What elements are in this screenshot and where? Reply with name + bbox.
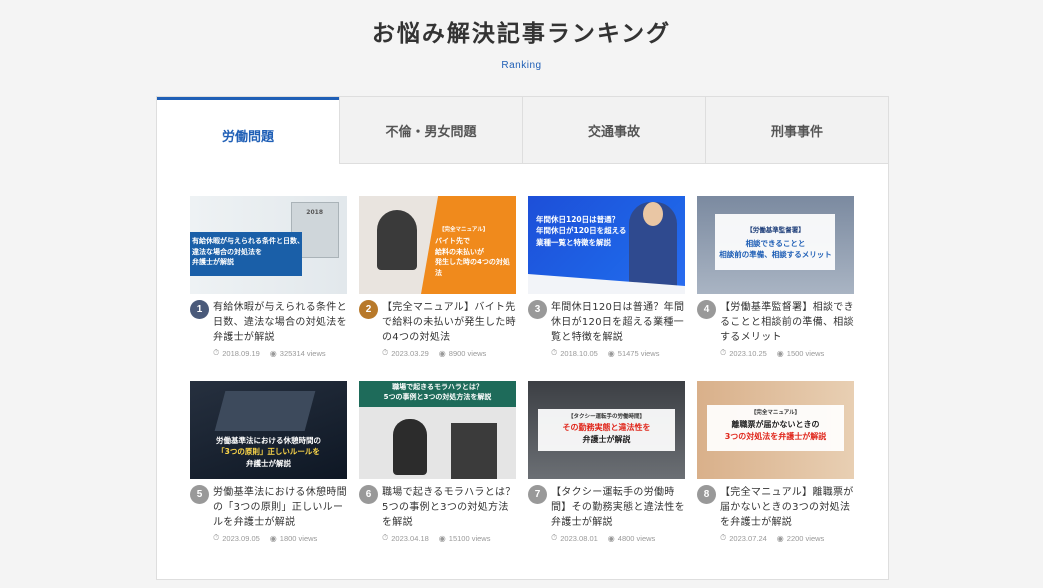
thumbnail-tag: 【完全マニュアル】 (439, 227, 489, 233)
article-views: 325314 views (279, 348, 326, 358)
article-views: 4800 views (617, 533, 656, 543)
thumbnail-caption: 職場で起きるモラハラとは？ 5つの事例と3つの対処方法を解説 (383, 383, 492, 401)
article-meta: ⏱ 2023.10.25 ◉ 1500 views (720, 348, 824, 358)
article-views: 1800 views (279, 533, 318, 543)
clock-icon: ⏱ (551, 533, 558, 542)
rank-badge: 5 (190, 485, 209, 504)
thumbnail-caption: 労働基準法における休憩時間の 「3つの原則」正しいルールを 弁護士が解説 (216, 436, 321, 468)
article-card[interactable]: 職場で起きるモラハラとは？ 5つの事例と3つの対処方法を解説 6 職場で起きるモ… (359, 381, 516, 544)
article-meta: ⏱ 2018.09.19 ◉ 325314 views (213, 348, 326, 358)
thumbnail-caption: 有給休暇が与えられる条件と日数、 違法な場合の対処法を 弁護士が解説 (192, 237, 304, 266)
article-title[interactable]: 【労働基準監督署】相談できることと相談前の準備、相談するメリット (720, 300, 854, 345)
clock-icon: ⏱ (213, 348, 220, 357)
article-card[interactable]: 【労働基準監督署】 相談できることと 相談前の準備、相談するメリット 4 【労働… (697, 196, 854, 359)
article-date: 2023.03.29 (391, 348, 429, 358)
thumbnail-caption: 離職票が届かないときの 3つの対処法を弁護士が解説 (724, 420, 827, 441)
article-thumbnail: 【完全マニュアル】 離職票が届かないときの 3つの対処法を弁護士が解説 (697, 381, 854, 479)
article-thumbnail: 2018 有給休暇が与えられる条件と日数、 違法な場合の対処法を 弁護士が解説 (190, 196, 347, 294)
article-thumbnail: 【完全マニュアル】 バイト先で 給料の未払いが 発生した時の4つの対処法 (359, 196, 516, 294)
page-subtitle: Ranking (501, 60, 542, 71)
article-card[interactable]: 【完全マニュアル】 離職票が届かないときの 3つの対処法を弁護士が解説 8 【完… (697, 381, 854, 544)
eye-icon: ◉ (776, 348, 784, 358)
clock-icon: ⏱ (382, 533, 389, 542)
tab-labor[interactable]: 労働問題 (157, 97, 339, 164)
category-tabs: 労働問題 不倫・男女問題 交通事故 刑事事件 (157, 97, 888, 164)
thumbnail-caption: 年間休日120日は普通？ 年間休日が120日を超える 業種一覧と特徴を解説 (536, 215, 627, 247)
rank-badge: 8 (697, 485, 716, 504)
rank-badge: 6 (359, 485, 378, 504)
tab-affair[interactable]: 不倫・男女問題 (339, 97, 522, 164)
article-views: 15100 views (448, 533, 491, 543)
article-title[interactable]: 有給休暇が与えられる条件と日数、違法な場合の対処法を弁護士が解説 (213, 300, 347, 345)
thumbnail-tag: 【完全マニュアル】 (750, 410, 801, 416)
article-title[interactable]: 【完全マニュアル】離職票が届かないときの3つの対処法を弁護士が解説 (720, 485, 854, 530)
eye-icon: ◉ (607, 533, 615, 543)
page-title: お悩み解決記事ランキング (371, 21, 672, 47)
clock-icon: ⏱ (551, 348, 558, 357)
article-card[interactable]: 【完全マニュアル】 バイト先で 給料の未払いが 発生した時の4つの対処法 2 【… (359, 196, 516, 359)
article-views: 1500 views (786, 348, 825, 358)
article-thumbnail: 年間休日120日は普通？ 年間休日が120日を超える 業種一覧と特徴を解説 (528, 196, 685, 294)
clock-icon: ⏱ (382, 348, 389, 357)
eye-icon: ◉ (269, 533, 277, 543)
article-date: 2018.09.19 (222, 348, 260, 358)
article-meta: ⏱ 2023.08.01 ◉ 4800 views (551, 533, 655, 543)
rank-badge: 7 (528, 485, 547, 504)
thumbnail-caption: バイト先で 給料の未払いが 発生した時の4つの対処法 (435, 237, 510, 277)
eye-icon: ◉ (776, 533, 784, 543)
tab-criminal[interactable]: 刑事事件 (705, 97, 888, 164)
article-date: 2023.09.05 (222, 533, 260, 543)
article-title[interactable]: 【タクシー運転手の労働時間】その勤務実態と違法性を弁護士が解説 (551, 485, 685, 530)
rank-badge: 1 (190, 300, 209, 319)
article-card[interactable]: 2018 有給休暇が与えられる条件と日数、 違法な場合の対処法を 弁護士が解説 … (190, 196, 347, 359)
article-title[interactable]: 年間休日120日は普通？年間休日が120日を超える業種一覧と特徴を解説 (551, 300, 685, 345)
article-card[interactable]: 労働基準法における休憩時間の 「3つの原則」正しいルールを 弁護士が解説 5 労… (190, 381, 347, 544)
article-title[interactable]: 職場で起きるモラハラとは？5つの事例と3つの対処方法を解説 (382, 485, 516, 530)
rank-badge: 4 (697, 300, 716, 319)
article-date: 2023.08.01 (560, 533, 598, 543)
clock-icon: ⏱ (720, 348, 727, 357)
article-thumbnail: 【タクシー運転手の労働時間】 その勤務実態と違法性を 弁護士が解説 (528, 381, 685, 479)
article-date: 2023.10.25 (729, 348, 767, 358)
article-meta: ⏱ 2023.04.18 ◉ 15100 views (382, 533, 490, 543)
rank-badge: 2 (359, 300, 378, 319)
article-date: 2023.07.24 (729, 533, 767, 543)
tab-traffic[interactable]: 交通事故 (522, 97, 705, 164)
eye-icon: ◉ (607, 348, 615, 358)
ranking-panel: 労働問題 不倫・男女問題 交通事故 刑事事件 2018 有給休暇が与えられる条件… (156, 96, 889, 580)
article-meta: ⏱ 2018.10.05 ◉ 51475 views (551, 348, 659, 358)
article-card[interactable]: 年間休日120日は普通？ 年間休日が120日を超える 業種一覧と特徴を解説 3 … (528, 196, 685, 359)
article-meta: ⏱ 2023.03.29 ◉ 8900 views (382, 348, 486, 358)
thumbnail-tag: 【労働基準監督署】 (746, 226, 805, 234)
eye-icon: ◉ (269, 348, 277, 358)
article-date: 2023.04.18 (391, 533, 429, 543)
article-title[interactable]: 労働基準法における休憩時間の「3つの原則」正しいルールを弁護士が解説 (213, 485, 347, 530)
eye-icon: ◉ (438, 533, 446, 543)
article-views: 2200 views (786, 533, 825, 543)
article-views: 8900 views (448, 348, 487, 358)
rank-badge: 3 (528, 300, 547, 319)
article-views: 51475 views (617, 348, 660, 358)
article-date: 2018.10.05 (560, 348, 598, 358)
article-meta: ⏱ 2023.07.24 ◉ 2200 views (720, 533, 824, 543)
article-thumbnail: 労働基準法における休憩時間の 「3つの原則」正しいルールを 弁護士が解説 (190, 381, 347, 479)
clock-icon: ⏱ (720, 533, 727, 542)
thumbnail-caption: 相談できることと 相談前の準備、相談するメリット (719, 239, 832, 260)
thumbnail-tag: 【タクシー運転手の労働時間】 (567, 414, 645, 420)
eye-icon: ◉ (438, 348, 446, 358)
article-thumbnail: 職場で起きるモラハラとは？ 5つの事例と3つの対処方法を解説 (359, 381, 516, 479)
thumbnail-caption: その勤務実態と違法性を 弁護士が解説 (562, 423, 651, 444)
clock-icon: ⏱ (213, 533, 220, 542)
article-card[interactable]: 【タクシー運転手の労働時間】 その勤務実態と違法性を 弁護士が解説 7 【タクシ… (528, 381, 685, 544)
article-grid: 2018 有給休暇が与えられる条件と日数、 違法な場合の対処法を 弁護士が解説 … (190, 196, 854, 544)
thumbnail-tag: 2018 (306, 209, 323, 216)
article-thumbnail: 【労働基準監督署】 相談できることと 相談前の準備、相談するメリット (697, 196, 854, 294)
article-meta: ⏱ 2023.09.05 ◉ 1800 views (213, 533, 317, 543)
ranking-heading: お悩み解決記事ランキング Ranking (0, 14, 1043, 71)
article-title[interactable]: 【完全マニュアル】バイト先で給料の未払いが発生した時の4つの対処法 (382, 300, 516, 345)
